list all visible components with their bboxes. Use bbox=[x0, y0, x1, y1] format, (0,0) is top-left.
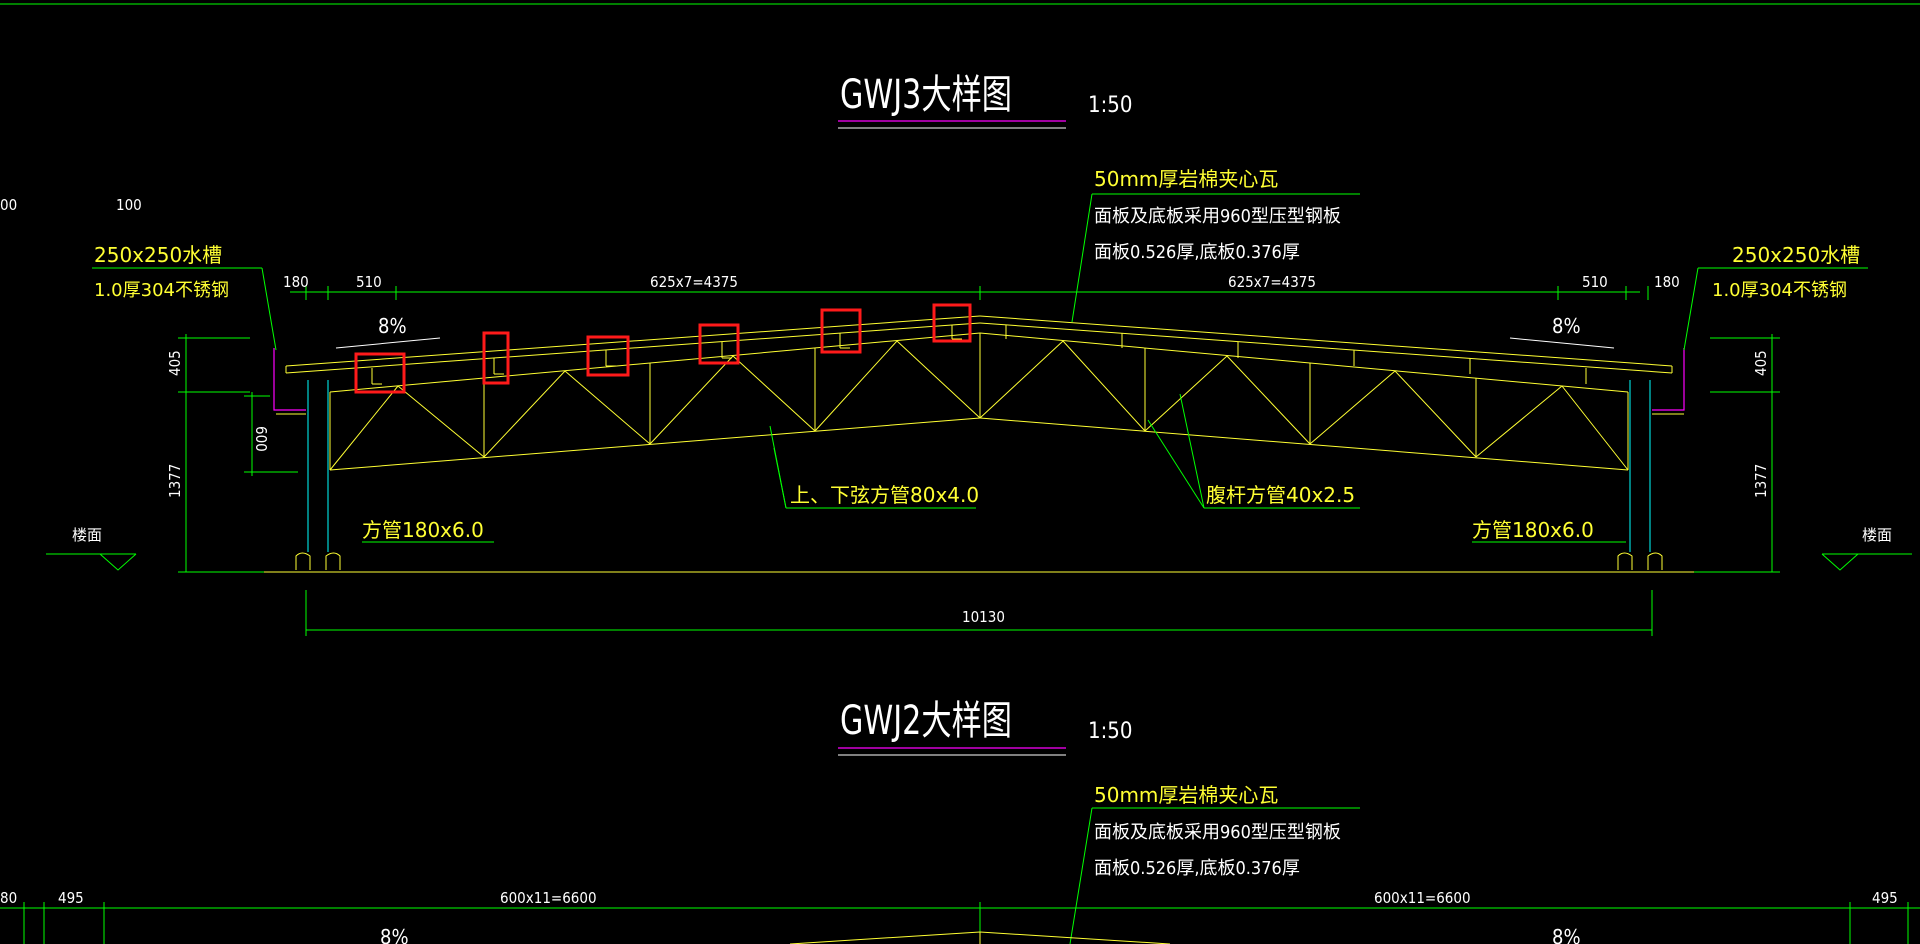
dim-1377-right: 1377 bbox=[1752, 464, 1770, 498]
gutter-right-note-2: 1.0厚304不锈钢 bbox=[1712, 280, 1847, 301]
slope-left-arrow bbox=[335, 337, 441, 349]
dim2-right-span: 600x11=6600 bbox=[1374, 889, 1471, 907]
slope-right: 8% bbox=[1552, 314, 1581, 338]
gutter-left-note-1: 250x250水槽 bbox=[94, 243, 222, 267]
gutter-right bbox=[1652, 348, 1685, 411]
dim-top-100: 100 bbox=[116, 196, 142, 214]
cad-drawing-canvas[interactable]: GWJ3大样图 1:50 00 100 180 510 625x7=4375 6… bbox=[0, 0, 1920, 944]
column-bases bbox=[295, 552, 1663, 570]
web-note: 腹杆方管40x2.5 bbox=[1206, 483, 1355, 507]
truss-web bbox=[329, 333, 1629, 471]
dim-405-right: 405 bbox=[1752, 350, 1770, 376]
drawing-scale: 1:50 bbox=[1088, 93, 1132, 118]
dim2-left-495: 495 bbox=[58, 889, 84, 907]
dim-405-left: 405 bbox=[166, 350, 184, 376]
slope2-right: 8% bbox=[1552, 925, 1581, 944]
dim-top-00: 00 bbox=[0, 196, 17, 214]
roof2-note-3: 面板0.526厚,底板0.376厚 bbox=[1094, 858, 1300, 879]
floor-right-symbol bbox=[1821, 553, 1859, 571]
dim-left-span: 625x7=4375 bbox=[650, 273, 738, 291]
gutter-right-note-1: 250x250水槽 bbox=[1732, 243, 1860, 267]
dim-600: 600 bbox=[252, 426, 270, 452]
gutter-left bbox=[273, 348, 306, 411]
floor-right-label: 楼面 bbox=[1862, 526, 1892, 544]
roof-note-2: 面板及底板采用960型压型钢板 bbox=[1094, 206, 1341, 227]
dim-right-180: 180 bbox=[1654, 273, 1680, 291]
floor-left-label: 楼面 bbox=[72, 526, 102, 544]
column-right bbox=[1629, 380, 1651, 552]
dim-left-510: 510 bbox=[356, 273, 382, 291]
drawing-title: GWJ3大样图 bbox=[840, 72, 1012, 118]
dim-right-510: 510 bbox=[1582, 273, 1608, 291]
purlins bbox=[371, 325, 1587, 385]
dim-ticks-top bbox=[305, 286, 1649, 300]
dim2-left-span: 600x11=6600 bbox=[500, 889, 597, 907]
column-left bbox=[307, 380, 329, 552]
roof-note-1: 50mm厚岩棉夹心瓦 bbox=[1094, 167, 1278, 191]
chord-note: 上、下弦方管80x4.0 bbox=[790, 483, 979, 507]
drawing2-scale: 1:50 bbox=[1088, 719, 1132, 744]
drawing2-title: GWJ2大样图 bbox=[840, 698, 1012, 744]
drawing-gwj2: GWJ2大样图 1:50 50mm厚岩棉夹心瓦 面板及底板采用960型压型钢板 … bbox=[0, 698, 1920, 944]
truss-chords bbox=[329, 332, 1629, 471]
dim2-right-495: 495 bbox=[1872, 889, 1898, 907]
dim-1377-left: 1377 bbox=[166, 464, 184, 498]
dim-total: 10130 bbox=[962, 608, 1005, 626]
roof2-note-2: 面板及底板采用960型压型钢板 bbox=[1094, 822, 1341, 843]
column-left-note: 方管180x6.0 bbox=[362, 518, 484, 542]
dim-left-180: 180 bbox=[283, 273, 309, 291]
column-right-note: 方管180x6.0 bbox=[1472, 518, 1594, 542]
floor-left-symbol bbox=[99, 553, 137, 571]
roof2-peak bbox=[789, 931, 1171, 944]
dim-right-span: 625x7=4375 bbox=[1228, 273, 1316, 291]
dim-left-vertical bbox=[178, 334, 298, 573]
drawing-gwj3: GWJ3大样图 1:50 00 100 180 510 625x7=4375 6… bbox=[0, 72, 1912, 636]
roof2-note-1: 50mm厚岩棉夹心瓦 bbox=[1094, 783, 1278, 807]
dim2-left-80: 80 bbox=[0, 889, 17, 907]
slope2-left: 8% bbox=[380, 925, 409, 944]
highlight-boxes[interactable] bbox=[354, 303, 972, 394]
slope-left: 8% bbox=[378, 314, 407, 338]
gutter-left-note-2: 1.0厚304不锈钢 bbox=[94, 280, 229, 301]
roof-note-3: 面板0.526厚,底板0.376厚 bbox=[1094, 242, 1300, 263]
slope-right-arrow bbox=[1509, 337, 1615, 349]
